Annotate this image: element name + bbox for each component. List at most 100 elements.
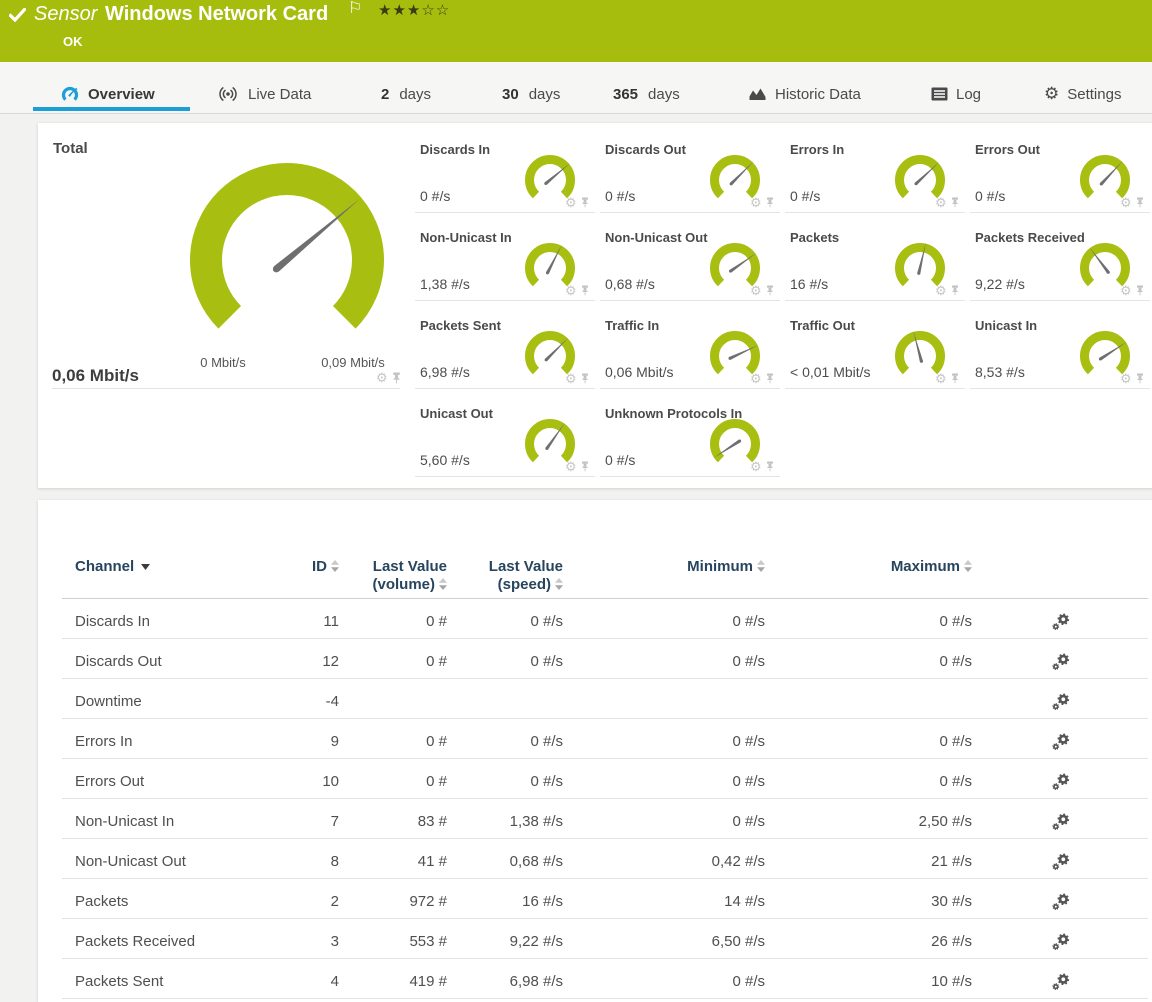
gear-icon[interactable]: ⚙ [935,196,947,209]
sensor-title: Windows Network Card [105,3,328,26]
gauge-icons: ⚙ [1120,284,1145,297]
channel-settings-gears-icon[interactable] [1051,772,1071,792]
gauge-cell: Errors Out0 #/s⚙ [970,140,1152,228]
tab-log[interactable]: Log [931,77,981,111]
gauge-title: Errors In [790,142,844,157]
gear-icon[interactable]: ⚙ [750,284,762,297]
gauge-icon [60,84,80,104]
row-divider [62,798,1148,799]
channel-settings-gears-icon[interactable] [1051,652,1071,672]
tab-365-days[interactable]: 365days [613,77,680,111]
tab-settings[interactable]: ⚙Settings [1044,77,1121,111]
gear-icon[interactable]: ⚙ [565,372,577,385]
pin-icon[interactable] [391,372,402,384]
table-row: Discards Out120 #0 #/s0 #/s0 #/s [38,642,1152,682]
channel-settings-gears-icon[interactable] [1051,812,1071,832]
row-divider [62,998,1148,999]
gauge-title: Discards In [420,142,490,157]
gauge-cell: Packets16 #/s⚙ [785,228,970,316]
pin-icon[interactable] [580,461,590,472]
status-badge: OK [63,34,83,49]
gauge-cell: Errors In0 #/s⚙ [785,140,970,228]
channel-settings-gears-icon[interactable] [1051,692,1071,712]
gear-icon[interactable]: ⚙ [1120,196,1132,209]
pin-icon[interactable] [950,285,960,296]
tab-30-days[interactable]: 30 days [502,77,560,111]
gear-icon[interactable]: ⚙ [565,284,577,297]
gear-icon[interactable]: ⚙ [1120,284,1132,297]
channel-settings-gears-icon[interactable] [1051,972,1071,992]
table-row: Packets Received3553 #9,22 #/s6,50 #/s26… [38,922,1152,962]
tab-number: 30 [502,86,519,103]
tab-live-data[interactable]: Live Data [216,77,311,111]
table-row: Discards In110 #0 #/s0 #/s0 #/s [38,602,1152,642]
channel-settings-gears-icon[interactable] [1051,852,1071,872]
gauge-value: 0,68 #/s [605,276,655,292]
gauge-cell: Packets Sent6,98 #/s⚙ [415,316,600,404]
gear-icon[interactable]: ⚙ [935,284,947,297]
pin-icon[interactable] [580,285,590,296]
row-divider [62,958,1148,959]
tab-label: Settings [1067,86,1121,103]
pin-icon[interactable] [765,285,775,296]
gauge-cell: Unicast In8,53 #/s⚙ [970,316,1152,404]
pin-icon[interactable] [1135,285,1145,296]
gauge-icons: ⚙ [565,196,590,209]
gauge-divider [600,476,780,477]
gauge-icons: ⚙ [935,196,960,209]
tab-label: days [529,86,561,103]
gauge-divider [600,388,780,389]
gear-icon[interactable]: ⚙ [750,460,762,473]
gauge-title: Non-Unicast Out [605,230,708,245]
gear-icon[interactable]: ⚙ [935,372,947,385]
gauge-icons: ⚙ [750,372,775,385]
gauge-title: Traffic In [605,318,659,333]
pin-icon[interactable] [950,373,960,384]
pin-icon[interactable] [1135,197,1145,208]
gear-icon[interactable]: ⚙ [1120,372,1132,385]
gear-icon[interactable]: ⚙ [750,372,762,385]
flag-icon[interactable]: ⚐ [348,0,362,18]
gauge-divider [785,388,965,389]
pin-icon[interactable] [765,461,775,472]
gauge-icons: ⚙ [750,460,775,473]
gauge-cell: Non-Unicast Out 0,68 #/s ⚙ [600,228,785,316]
gear-icon[interactable]: ⚙ [376,371,388,384]
tab-label: Log [956,86,981,103]
tab-overview[interactable]: Overview [60,77,155,111]
pin-icon[interactable] [580,373,590,384]
gauge-cell: Unicast Out5,60 #/s⚙ [415,404,600,492]
cell-maximum: 0 #/s [38,762,972,802]
priority-stars[interactable]: ★★★☆☆ [378,1,450,19]
tab-historic-data[interactable]: Historic Data [748,77,861,111]
column-header-maximum[interactable]: Maximum [38,558,972,576]
gauge-divider [415,212,595,213]
gauge-value: 9,22 #/s [975,276,1025,292]
pin-icon[interactable] [1135,373,1145,384]
pin-icon[interactable] [950,197,960,208]
gauge-value: 16 #/s [790,276,828,292]
total-gauge-value: 0,06 Mbit/s [52,366,139,386]
gauge-divider [415,300,595,301]
channel-settings-gears-icon[interactable] [1051,732,1071,752]
gear-icon[interactable]: ⚙ [565,196,577,209]
pin-icon[interactable] [580,197,590,208]
channel-settings-gears-icon[interactable] [1051,892,1071,912]
gauge-divider [970,300,1150,301]
gear-icon[interactable]: ⚙ [750,196,762,209]
gear-icon[interactable]: ⚙ [565,460,577,473]
pin-icon[interactable] [765,197,775,208]
pin-icon[interactable] [765,373,775,384]
channel-settings-gears-icon[interactable] [1051,612,1071,632]
total-gauge [181,154,393,366]
gauge-value: 0 #/s [605,452,635,468]
gauge-cell: Traffic In0,06 Mbit/s⚙ [600,316,785,404]
tab-label: days [648,86,680,103]
chart-icon [748,87,767,102]
tab-label: Overview [88,86,155,103]
row-divider [62,718,1148,719]
gauge-title: Unicast In [975,318,1037,333]
table-row: Non-Unicast Out841 #0,68 #/s0,42 #/s21 #… [38,842,1152,882]
channel-settings-gears-icon[interactable] [1051,932,1071,952]
tab-2-days[interactable]: 2days [381,77,431,111]
